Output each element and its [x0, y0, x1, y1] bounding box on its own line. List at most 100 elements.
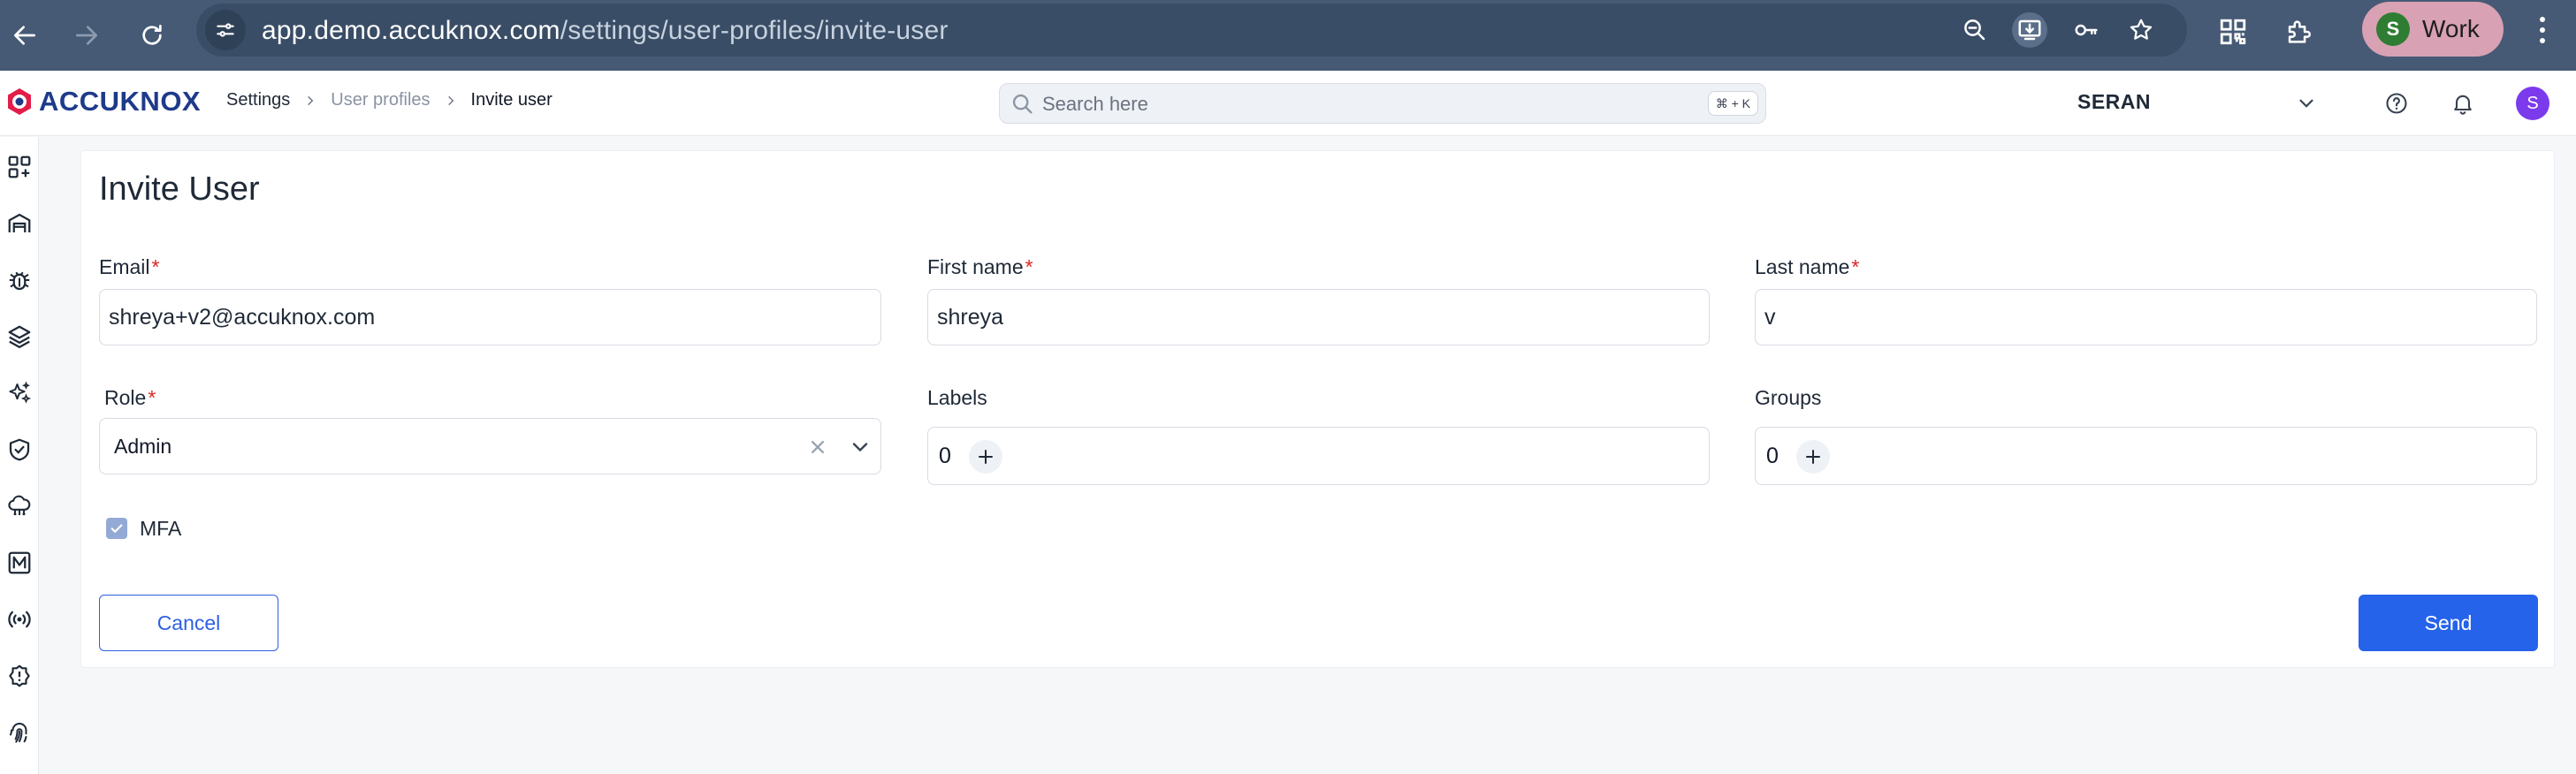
reload-icon: [142, 25, 162, 45]
role-label: Role*: [104, 386, 156, 410]
required-marker: *: [151, 255, 160, 278]
chevron-down-icon[interactable]: [848, 435, 873, 459]
user-avatar[interactable]: S: [2516, 87, 2549, 120]
first-name-field[interactable]: [927, 289, 1710, 345]
nav-runtime[interactable]: [4, 603, 35, 635]
dashboard-add-icon: [8, 156, 31, 178]
chevron-right-icon: [445, 95, 457, 107]
nav-monitors[interactable]: [4, 547, 35, 579]
qr-extension-button[interactable]: [2215, 14, 2251, 49]
url-path: /settings/user-profiles/invite-user: [560, 16, 949, 45]
nav-layers[interactable]: [4, 321, 35, 353]
back-button[interactable]: [0, 11, 50, 60]
extensions-button[interactable]: [2281, 14, 2316, 49]
clear-icon[interactable]: [805, 435, 830, 459]
breadcrumb: Settings User profiles Invite user: [226, 90, 553, 110]
labels-field: 0: [927, 427, 1710, 485]
cancel-button[interactable]: Cancel: [99, 595, 278, 651]
mfa-checkbox[interactable]: [106, 518, 127, 539]
help-icon: [2386, 93, 2407, 114]
shield-check-icon: [9, 438, 30, 461]
last-name-field[interactable]: [1755, 289, 2537, 345]
help-button[interactable]: [2382, 88, 2412, 118]
send-button[interactable]: Send: [2359, 595, 2538, 651]
groups-count: 0: [1766, 444, 1779, 468]
url-text: app.demo.accuknox.com/settings/user-prof…: [262, 16, 949, 46]
zoom-out-icon: [1964, 19, 1985, 41]
email-field[interactable]: [99, 289, 881, 345]
nav-alerts[interactable]: [4, 660, 35, 692]
labels-count: 0: [939, 444, 951, 468]
page-title: Invite User: [99, 171, 260, 208]
search-input[interactable]: [1042, 91, 1661, 118]
breadcrumb-current: Invite user: [470, 90, 553, 110]
required-marker: *: [1851, 255, 1860, 278]
chevron-right-icon: [304, 95, 316, 107]
fingerprint-icon: [10, 723, 27, 743]
qr-code-icon: [2220, 19, 2246, 45]
alert-badge-icon: [9, 664, 30, 687]
breadcrumb-user-profiles[interactable]: User profiles: [331, 90, 430, 110]
zoom-button[interactable]: [1957, 12, 1993, 48]
notifications-button[interactable]: [2448, 88, 2478, 118]
warehouse-icon: [8, 213, 31, 232]
chevron-down-icon[interactable]: [2295, 92, 2318, 115]
cloud-network-icon: [8, 495, 31, 516]
bell-icon: [2454, 95, 2472, 115]
labels-label: Labels: [927, 386, 987, 409]
site-info-button[interactable]: [205, 10, 246, 50]
install-icon: [2018, 19, 2041, 41]
nav-inventory[interactable]: [4, 208, 35, 239]
last-name-label-text: Last name: [1755, 255, 1850, 278]
bookmark-button[interactable]: [2123, 12, 2159, 48]
browser-toolbar: app.demo.accuknox.com/settings/user-prof…: [0, 0, 2576, 71]
checkmark-icon: [111, 524, 123, 533]
broadcast-icon: [8, 611, 31, 628]
tune-icon: [217, 23, 234, 37]
reload-button[interactable]: [127, 11, 177, 60]
accuknox-logo-icon: [8, 88, 31, 115]
nav-issues[interactable]: [4, 264, 35, 296]
app-header: ACCUKNOX Settings User profiles Invite u…: [0, 71, 2576, 136]
browser-menu-icon[interactable]: [2526, 12, 2558, 48]
search-bar[interactable]: ⌘ + K: [999, 83, 1766, 124]
email-label: Email*: [99, 255, 159, 279]
star-icon: [2130, 19, 2153, 40]
search-shortcut-badge: ⌘ + K: [1707, 91, 1758, 116]
plus-icon: [1806, 450, 1820, 464]
required-marker: *: [1025, 255, 1033, 278]
address-bar[interactable]: app.demo.accuknox.com/settings/user-prof…: [196, 4, 2187, 57]
nav-identity[interactable]: [4, 717, 35, 748]
breadcrumb-settings[interactable]: Settings: [226, 90, 290, 110]
mfa-label: MFA: [140, 517, 182, 540]
invite-user-card: Invite User Email* First name* Last name…: [80, 150, 2555, 668]
url-host: app.demo.accuknox.com: [262, 16, 560, 45]
first-name-label: First name*: [927, 255, 1033, 279]
layers-icon: [8, 325, 31, 348]
passwords-button[interactable]: [2069, 12, 2104, 48]
profile-avatar: S: [2376, 12, 2410, 46]
logo[interactable]: ACCUKNOX: [4, 86, 201, 118]
add-label-button[interactable]: [969, 440, 1002, 474]
nav-protection[interactable]: [4, 434, 35, 466]
profile-button[interactable]: S Work: [2362, 2, 2504, 57]
nav-dashboard[interactable]: [4, 151, 35, 183]
add-group-button[interactable]: [1796, 440, 1830, 474]
tenant-selector-label[interactable]: SERAN: [2077, 90, 2151, 114]
key-icon: [2075, 24, 2098, 36]
role-select[interactable]: Admin: [99, 418, 881, 474]
plus-icon: [979, 450, 993, 464]
profile-label: Work: [2422, 15, 2480, 42]
letter-m-icon: [8, 551, 31, 574]
forward-button[interactable]: [62, 11, 111, 60]
groups-field: 0: [1755, 427, 2537, 485]
required-marker: *: [148, 386, 156, 409]
arrow-right-icon: [76, 26, 97, 45]
logo-text: ACCUKNOX: [39, 86, 202, 117]
nav-ai[interactable]: [4, 377, 35, 409]
install-app-button[interactable]: [2012, 12, 2047, 48]
nav-cloud[interactable]: [4, 490, 35, 522]
puzzle-icon: [2288, 20, 2311, 43]
search-icon: [1012, 94, 1033, 114]
sparkles-icon: [9, 381, 32, 404]
